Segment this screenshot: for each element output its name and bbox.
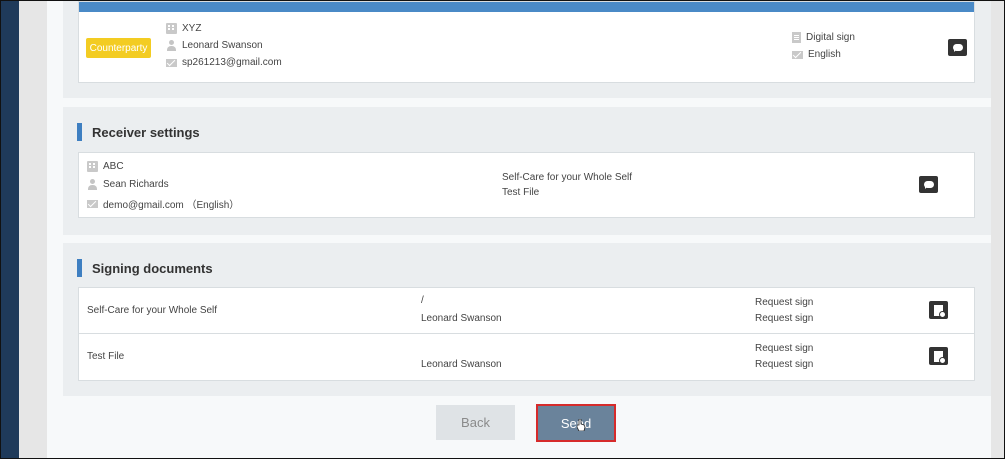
signing-documents-title: Signing documents [92, 260, 213, 276]
person-icon [87, 179, 98, 190]
building-icon [87, 161, 98, 172]
counterparty-name-text: Leonard Swanson [182, 40, 263, 51]
signing-documents-heading: Signing documents [77, 259, 213, 277]
receiver-email-text: demo@gmail.com （English） [103, 200, 240, 211]
section-accent [77, 259, 82, 277]
section-accent [77, 123, 82, 141]
chat-icon [952, 44, 963, 52]
doc-action: Request sign [755, 359, 814, 370]
doc-mark: / [421, 295, 424, 306]
send-button[interactable]: Send [536, 404, 616, 442]
right-gutter [991, 1, 1004, 458]
preview-button[interactable] [929, 347, 948, 365]
doc-action: Request sign [755, 313, 814, 324]
counterparty-company-text: XYZ [182, 23, 202, 34]
counterparty-language: English [792, 49, 841, 60]
left-gutter [19, 1, 47, 458]
counterparty-card-header [79, 2, 974, 12]
counterparty-sign-type: Digital sign [792, 32, 855, 43]
counterparty-sign-type-text: Digital sign [806, 32, 855, 43]
preview-button[interactable] [929, 301, 948, 319]
table-row [78, 333, 975, 381]
counterparty-email-text: sp261213@gmail.com [182, 57, 282, 68]
counterparty-name: Leonard Swanson [166, 40, 263, 51]
preview-icon [934, 304, 946, 318]
document-icon [792, 32, 801, 43]
receiver-settings-title: Receiver settings [92, 124, 200, 140]
preview-icon [934, 350, 946, 364]
back-button[interactable]: Back [436, 405, 515, 440]
cursor-icon [577, 419, 586, 431]
doc-action: Request sign [755, 343, 814, 354]
receiver-settings-heading: Receiver settings [77, 123, 200, 141]
counterparty-company: XYZ [166, 23, 201, 34]
doc-signer: Leonard Swanson [421, 313, 502, 324]
counterparty-comment-button[interactable] [948, 39, 967, 56]
doc-signer: Leonard Swanson [421, 359, 502, 370]
counterparty-email: sp261213@gmail.com [166, 57, 282, 68]
receiver-name-text: Sean Richards [103, 179, 169, 190]
chat-icon [923, 181, 934, 189]
receiver-document-1: Self-Care for your Whole Self [502, 172, 633, 183]
app-frame: Counterparty XYZ Leonard Swanson sp26121… [0, 0, 1005, 459]
building-icon [166, 23, 177, 34]
receiver-comment-button[interactable] [919, 176, 938, 193]
receiver-email: demo@gmail.com （English） [87, 196, 239, 211]
receiver-name: Sean Richards [87, 179, 169, 190]
counterparty-language-text: English [808, 49, 841, 60]
doc-name: Test File [87, 351, 125, 362]
mail-icon [87, 200, 98, 208]
mail-icon [166, 59, 177, 67]
receiver-document-2: Test File [502, 187, 540, 198]
person-icon [166, 40, 177, 51]
mail-icon [792, 51, 803, 59]
counterparty-badge: Counterparty [86, 38, 151, 58]
doc-action: Request sign [755, 297, 814, 308]
receiver-company-text: ABC [103, 161, 124, 172]
receiver-company: ABC [87, 161, 124, 172]
doc-name: Self-Care for your Whole Self [87, 305, 218, 316]
left-dark-border [1, 1, 19, 458]
